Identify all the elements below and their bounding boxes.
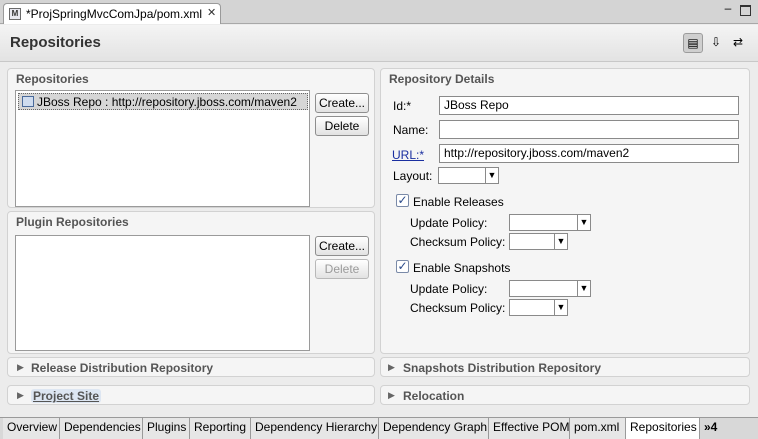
repository-label: JBoss Repo : http://repository.jboss.com…	[37, 95, 297, 109]
name-field[interactable]	[439, 120, 739, 139]
snapshots-checksum-policy-label: Checksum Policy:	[410, 301, 506, 315]
id-field[interactable]: JBoss Repo	[439, 96, 739, 115]
enable-snapshots-label: Enable Snapshots	[413, 261, 511, 275]
tab-overview[interactable]: Overview	[3, 418, 60, 439]
chevron-down-icon: ▼	[577, 215, 590, 230]
relocation-section[interactable]: ▶ Relocation	[380, 385, 750, 405]
refresh-icon[interactable]: ⇄	[728, 33, 748, 53]
minimize-icon[interactable]: –	[722, 2, 734, 16]
expand-triangle-icon: ▶	[388, 390, 395, 400]
project-site-section[interactable]: ▶ Project Site	[7, 385, 375, 405]
create-plugin-repository-button[interactable]: Create...	[315, 236, 369, 256]
create-repository-button[interactable]: Create...	[315, 93, 369, 113]
section-title: Plugin Repositories	[16, 215, 129, 229]
chevron-down-icon: ▼	[554, 234, 567, 249]
enable-releases-checkbox[interactable]: ✓	[396, 194, 409, 207]
name-label: Name:	[393, 123, 429, 137]
chevron-down-icon: ▼	[577, 281, 590, 296]
url-field[interactable]: http://repository.jboss.com/maven2	[439, 144, 739, 163]
tab-pom-xml[interactable]: pom.xml	[570, 418, 626, 439]
section-title: Repository Details	[389, 72, 495, 86]
section-title: Relocation	[403, 389, 465, 403]
editor-tab-pom[interactable]: M *ProjSpringMvcComJpa/pom.xml ✕	[3, 3, 221, 24]
page-title: Repositories	[10, 34, 101, 51]
repository-icon	[22, 96, 34, 107]
show-advanced-tabs-icon[interactable]: ▤	[683, 33, 703, 53]
tab-effective-pom[interactable]: Effective POM	[489, 418, 570, 439]
releases-update-policy-select[interactable]: ▼	[509, 214, 591, 231]
form-header: Repositories ▤ ⇩ ⇄	[0, 25, 758, 62]
open-parent-pom-icon[interactable]: ⇩	[706, 33, 726, 53]
section-title: Project Site	[31, 389, 102, 403]
releases-checksum-policy-select[interactable]: ▼	[509, 233, 568, 250]
layout-label: Layout:	[393, 169, 433, 183]
section-title: Repositories	[16, 72, 89, 86]
page-tabs: Overview Dependencies Plugins Reporting …	[0, 417, 758, 439]
section-title: Snapshots Distribution Repository	[403, 361, 602, 375]
release-distribution-section[interactable]: ▶ Release Distribution Repository	[7, 357, 375, 377]
delete-plugin-repository-button[interactable]: Delete	[315, 259, 369, 279]
expand-triangle-icon: ▶	[388, 362, 395, 372]
tab-plugins[interactable]: Plugins	[143, 418, 190, 439]
editor-tab-title: *ProjSpringMvcComJpa/pom.xml	[26, 7, 203, 21]
maximize-icon[interactable]	[740, 5, 751, 16]
snapshots-distribution-section[interactable]: ▶ Snapshots Distribution Repository	[380, 357, 750, 377]
releases-update-policy-label: Update Policy:	[410, 216, 488, 230]
editor-tab-bar: M *ProjSpringMvcComJpa/pom.xml ✕ –	[0, 0, 758, 24]
snapshots-checksum-policy-select[interactable]: ▼	[509, 299, 568, 316]
tab-dependency-hierarchy[interactable]: Dependency Hierarchy	[251, 418, 379, 439]
enable-releases-label: Enable Releases	[413, 195, 504, 209]
layout-select[interactable]: ▼	[438, 167, 499, 184]
maven-pom-file-icon: M	[9, 8, 21, 20]
expand-triangle-icon: ▶	[17, 390, 24, 400]
url-link[interactable]: URL:*	[392, 148, 424, 162]
tab-dependencies[interactable]: Dependencies	[60, 418, 143, 439]
expand-triangle-icon: ▶	[17, 362, 24, 372]
close-icon[interactable]: ✕	[207, 6, 216, 19]
tab-repositories[interactable]: Repositories	[626, 418, 700, 439]
snapshots-update-policy-label: Update Policy:	[410, 282, 488, 296]
tab-reporting[interactable]: Reporting	[190, 418, 251, 439]
plugin-repositories-list[interactable]	[15, 235, 310, 351]
releases-checksum-policy-label: Checksum Policy:	[410, 235, 506, 249]
delete-repository-button[interactable]: Delete	[315, 116, 369, 136]
id-label: Id:*	[393, 99, 412, 113]
section-title: Release Distribution Repository	[31, 361, 214, 375]
chevron-down-icon: ▼	[554, 300, 567, 315]
tab-dependency-graph[interactable]: Dependency Graph	[379, 418, 489, 439]
enable-snapshots-checkbox[interactable]: ✓	[396, 260, 409, 273]
snapshots-update-policy-select[interactable]: ▼	[509, 280, 591, 297]
chevron-down-icon: ▼	[485, 168, 498, 183]
list-item[interactable]: JBoss Repo : http://repository.jboss.com…	[18, 93, 308, 110]
tabs-overflow-chevron[interactable]: »4	[704, 420, 717, 434]
